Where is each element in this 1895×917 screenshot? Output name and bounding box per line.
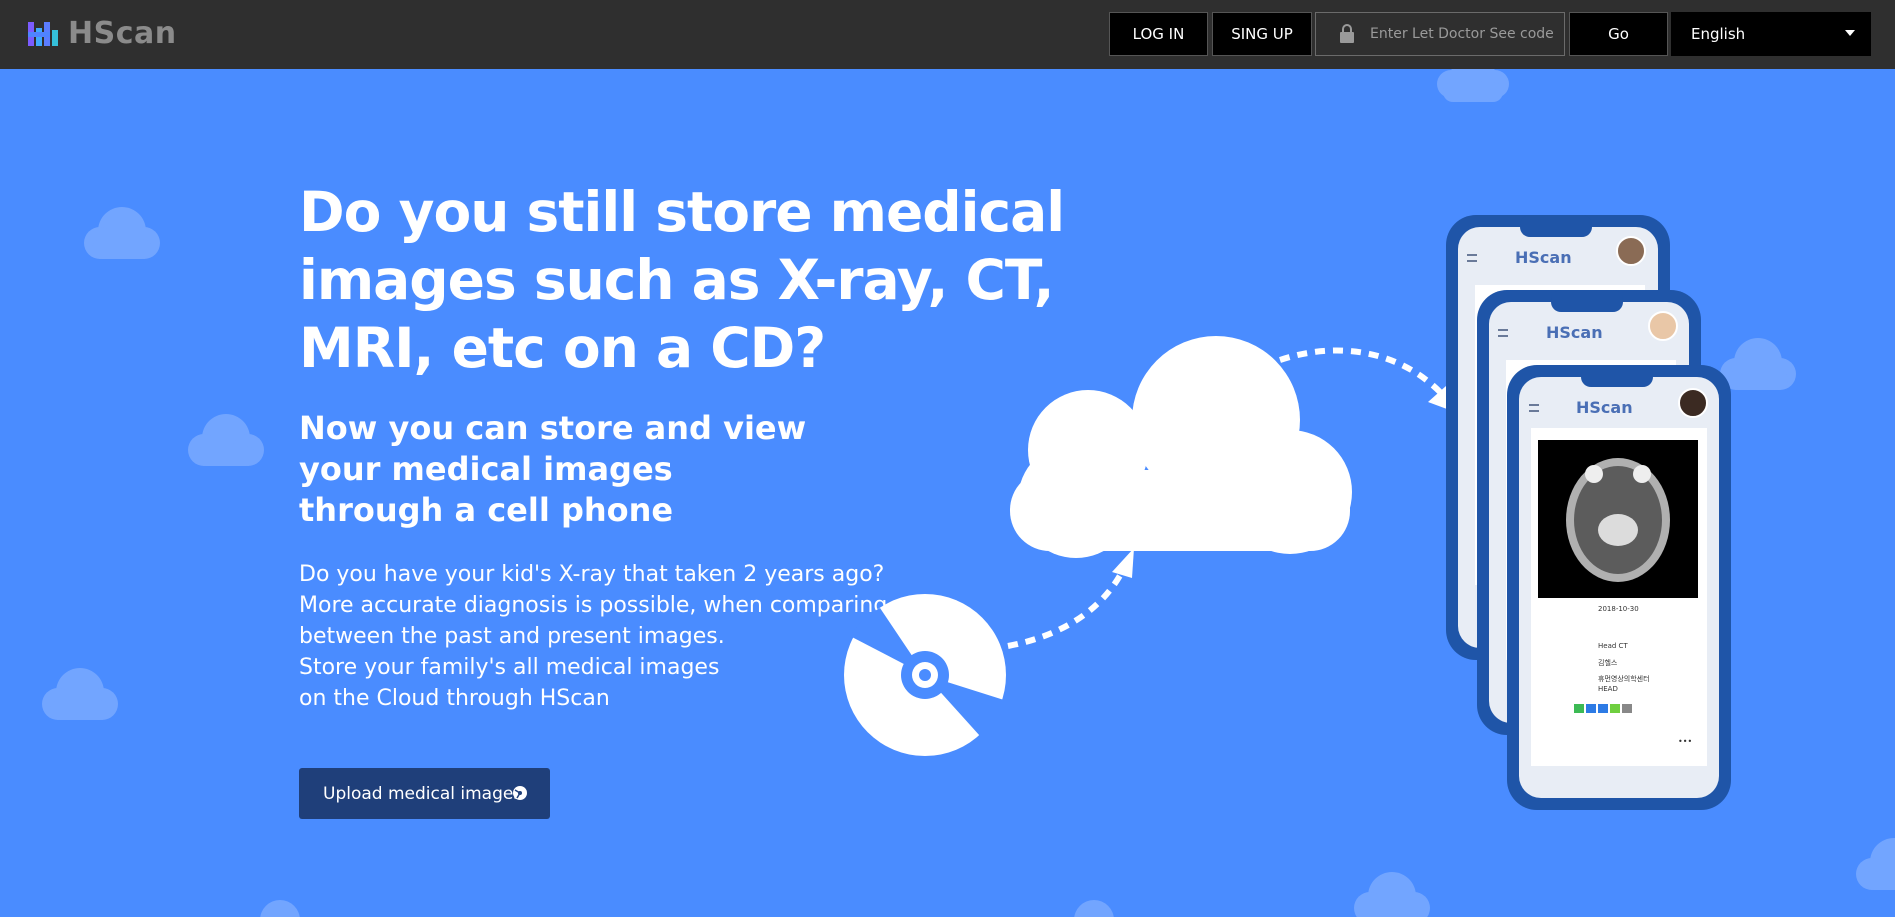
background-cloud — [1074, 900, 1114, 917]
hero-illustration — [844, 215, 1731, 810]
phone-exam-name: Head CT — [1598, 642, 1628, 650]
phone-app-title: HScan — [1576, 398, 1633, 417]
avatar-icon — [1648, 311, 1678, 341]
brand-logo-icon — [26, 18, 60, 48]
phone-app-title: HScan — [1546, 323, 1603, 342]
description-line: Store your family's all medical images — [299, 655, 720, 680]
description-line: between the past and present images. — [299, 624, 725, 649]
chevron-down-icon — [1845, 30, 1855, 36]
dashed-arrow-icon — [1007, 570, 1125, 649]
background-cloud — [84, 207, 160, 259]
avatar-icon — [1616, 236, 1646, 266]
upload-medical-images-button[interactable]: Upload medical images — [299, 768, 550, 819]
background-cloud — [188, 414, 264, 466]
top-navigation-bar: HScan LOG IN SING UP Go English — [0, 0, 1895, 69]
background-cloud — [260, 900, 300, 917]
language-select[interactable]: English — [1671, 12, 1871, 56]
description-line: on the Cloud through HScan — [299, 686, 610, 711]
avatar-icon — [1678, 388, 1708, 418]
dashed-arrow-icon — [1279, 347, 1443, 395]
phone-exam-date: 2018-10-30 — [1598, 605, 1639, 613]
brand-logo[interactable]: HScan — [26, 14, 177, 52]
cd-disc-icon — [844, 594, 1006, 756]
phone-mockup-front — [1507, 365, 1731, 810]
doctor-code-field[interactable] — [1315, 12, 1565, 56]
description-line: More accurate diagnosis is possible, whe… — [299, 593, 888, 618]
menu-icon — [1529, 404, 1539, 412]
hero-headline: Do you still store medical images such a… — [299, 180, 1065, 380]
phone-patient-name: 김헬스 — [1598, 659, 1618, 667]
phone-mockup-back — [1446, 215, 1670, 660]
language-selected-value: English — [1691, 25, 1746, 43]
hero-description: Do you have your kid's X-ray that taken … — [299, 559, 888, 714]
doctor-code-input[interactable] — [1370, 26, 1564, 42]
background-cloud — [1856, 838, 1895, 890]
login-button[interactable]: LOG IN — [1109, 12, 1208, 56]
background-cloud — [1354, 872, 1430, 917]
signup-button[interactable]: SING UP — [1212, 12, 1312, 56]
upload-button-label: Upload medical images — [323, 783, 523, 804]
phone-mockup-middle — [1477, 290, 1701, 735]
go-button[interactable]: Go — [1569, 12, 1668, 56]
menu-icon — [1498, 329, 1508, 337]
phone-hospital-name: 휴먼영상의학센터 — [1598, 675, 1650, 683]
phone-body-part: HEAD — [1598, 685, 1618, 693]
phone-app-title: HScan — [1515, 248, 1572, 267]
background-cloud — [1720, 338, 1796, 390]
menu-icon — [1467, 254, 1477, 262]
brand-name: HScan — [68, 15, 177, 51]
background-cloud — [42, 668, 118, 720]
description-line: Do you have your kid's X-ray that taken … — [299, 562, 885, 587]
disc-icon — [512, 785, 528, 806]
hero-subheading: Now you can store and view your medical … — [299, 409, 807, 529]
phone-more-indicator: ••• — [1678, 737, 1693, 746]
lock-icon — [1334, 21, 1360, 47]
